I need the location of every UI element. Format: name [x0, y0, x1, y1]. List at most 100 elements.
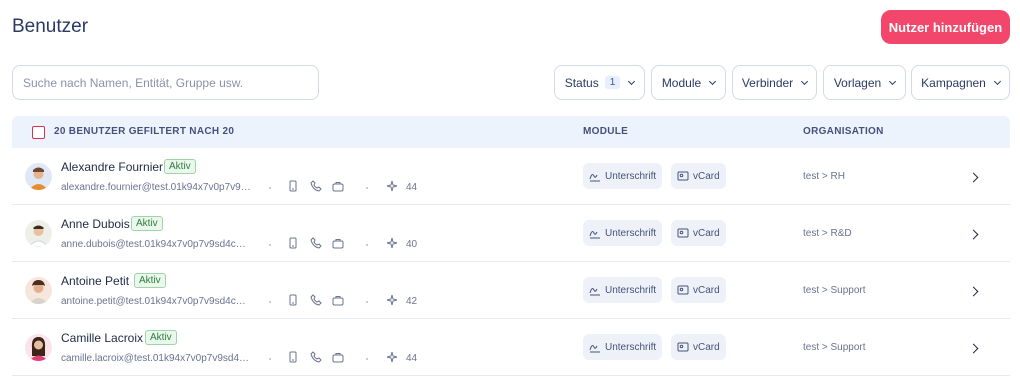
filter-status[interactable]: Status 1	[554, 65, 645, 100]
organisation-path: test > RH	[803, 171, 845, 182]
user-email: anne.dubois@test.01k94x7v0p7v9sd4c1tyq..…	[61, 239, 251, 250]
separator-dot	[366, 358, 368, 360]
briefcase-icon	[332, 182, 344, 192]
table-row[interactable]: Antoine Petit Aktiv antoine.petit@test.0…	[12, 262, 1010, 319]
table-row[interactable]: Alexandre Fournier Aktiv alexandre.fourn…	[12, 148, 1010, 205]
module-chip-signature[interactable]: Unterschrift	[583, 334, 663, 360]
vcard-icon	[677, 171, 689, 181]
status-badge: Aktiv	[131, 216, 163, 231]
chevron-down-icon	[889, 77, 897, 85]
avatar	[25, 277, 52, 304]
module-label: Unterschrift	[605, 170, 657, 182]
vcard-icon	[677, 342, 689, 352]
signature-icon	[589, 231, 600, 239]
points-value: 44	[406, 182, 418, 193]
module-label: vCard	[693, 227, 720, 239]
user-email: antoine.petit@test.01k94x7v0p7v9sd4c1ty.…	[61, 296, 251, 307]
chevron-down-icon	[628, 77, 636, 85]
chevron-right-icon[interactable]	[968, 286, 979, 297]
status-badge: Aktiv	[145, 330, 177, 345]
chevron-down-icon	[801, 77, 809, 85]
module-chip-vcard[interactable]: vCard	[671, 334, 726, 360]
column-header-module[interactable]: MODULE	[583, 126, 628, 137]
avatar	[25, 163, 52, 190]
signature-icon	[589, 174, 600, 182]
vcard-icon	[677, 285, 689, 295]
filter-module[interactable]: Module	[651, 65, 726, 100]
filter-kampagnen-label: Kampagnen	[921, 75, 986, 90]
phone-icon	[310, 294, 322, 306]
module-chip-vcard[interactable]: vCard	[671, 220, 726, 246]
module-chip-signature[interactable]: Unterschrift	[583, 220, 663, 246]
module-label: vCard	[693, 284, 720, 296]
separator-dot	[269, 301, 271, 303]
briefcase-icon	[332, 296, 344, 306]
sparkle-icon	[386, 180, 398, 192]
status-badge: Aktiv	[164, 159, 196, 174]
signature-icon	[589, 288, 600, 296]
phone-device-icon	[289, 237, 297, 249]
filter-vorlagen[interactable]: Vorlagen	[823, 65, 906, 100]
user-name[interactable]: Antoine Petit	[61, 274, 129, 288]
user-email: camille.lacroix@test.01k94x7v0p7v9sd4c1t…	[61, 353, 251, 364]
filter-status-count: 1	[604, 76, 621, 89]
select-all-checkbox[interactable]	[32, 126, 45, 139]
status-badge: Aktiv	[134, 273, 166, 288]
module-label: Unterschrift	[605, 227, 657, 239]
chevron-right-icon[interactable]	[968, 343, 979, 354]
filter-verbinder[interactable]: Verbinder	[732, 65, 817, 100]
phone-icon	[310, 351, 322, 363]
separator-dot	[269, 358, 271, 360]
sparkle-icon	[386, 294, 398, 306]
vcard-icon	[677, 228, 689, 238]
page-title: Benutzer	[12, 16, 89, 37]
phone-device-icon	[289, 351, 297, 363]
points-value: 42	[406, 296, 418, 307]
phone-icon	[310, 237, 322, 249]
phone-device-icon	[289, 294, 297, 306]
separator-dot	[269, 244, 271, 246]
filter-vorlagen-label: Vorlagen	[833, 75, 882, 90]
chevron-down-icon	[993, 77, 1001, 85]
separator-dot	[269, 187, 271, 189]
module-label: vCard	[693, 170, 720, 182]
filter-kampagnen[interactable]: Kampagnen	[911, 65, 1010, 100]
add-user-button[interactable]: Nutzer hinzufügen	[881, 10, 1010, 44]
selection-summary: 20 BENUTZER GEFILTERT NACH 20	[54, 126, 235, 137]
table-header: 20 BENUTZER GEFILTERT NACH 20 MODULE ORG…	[12, 116, 1010, 148]
module-chip-vcard[interactable]: vCard	[671, 277, 726, 303]
separator-dot	[366, 301, 368, 303]
organisation-path: test > R&D	[803, 228, 852, 239]
phone-icon	[310, 180, 322, 192]
chevron-right-icon[interactable]	[968, 229, 979, 240]
sparkle-icon	[386, 351, 398, 363]
module-chip-vcard[interactable]: vCard	[671, 163, 726, 189]
module-label: Unterschrift	[605, 284, 657, 296]
user-name[interactable]: Camille Lacroix	[61, 331, 143, 345]
module-chip-signature[interactable]: Unterschrift	[583, 163, 663, 189]
separator-dot	[366, 187, 368, 189]
points-value: 44	[406, 353, 418, 364]
sparkle-icon	[386, 237, 398, 249]
search-input[interactable]	[12, 65, 319, 100]
module-chip-signature[interactable]: Unterschrift	[583, 277, 663, 303]
points-value: 40	[406, 239, 418, 250]
chevron-down-icon	[709, 77, 717, 85]
table-row[interactable]: Camille Lacroix Aktiv camille.lacroix@te…	[12, 319, 1010, 376]
filter-module-label: Module	[661, 75, 702, 90]
user-name[interactable]: Alexandre Fournier	[61, 160, 163, 174]
user-name[interactable]: Anne Dubois	[61, 217, 130, 231]
signature-icon	[589, 345, 600, 353]
avatar	[25, 334, 52, 361]
separator-dot	[366, 244, 368, 246]
filter-verbinder-label: Verbinder	[741, 75, 794, 90]
filter-status-label: Status	[564, 75, 599, 90]
module-label: Unterschrift	[605, 341, 657, 353]
table-row[interactable]: Anne Dubois Aktiv anne.dubois@test.01k94…	[12, 205, 1010, 262]
briefcase-icon	[332, 239, 344, 249]
phone-device-icon	[289, 180, 297, 192]
organisation-path: test > Support	[803, 342, 866, 353]
column-header-organisation[interactable]: ORGANISATION	[803, 126, 884, 137]
avatar	[25, 220, 52, 247]
chevron-right-icon[interactable]	[968, 172, 979, 183]
